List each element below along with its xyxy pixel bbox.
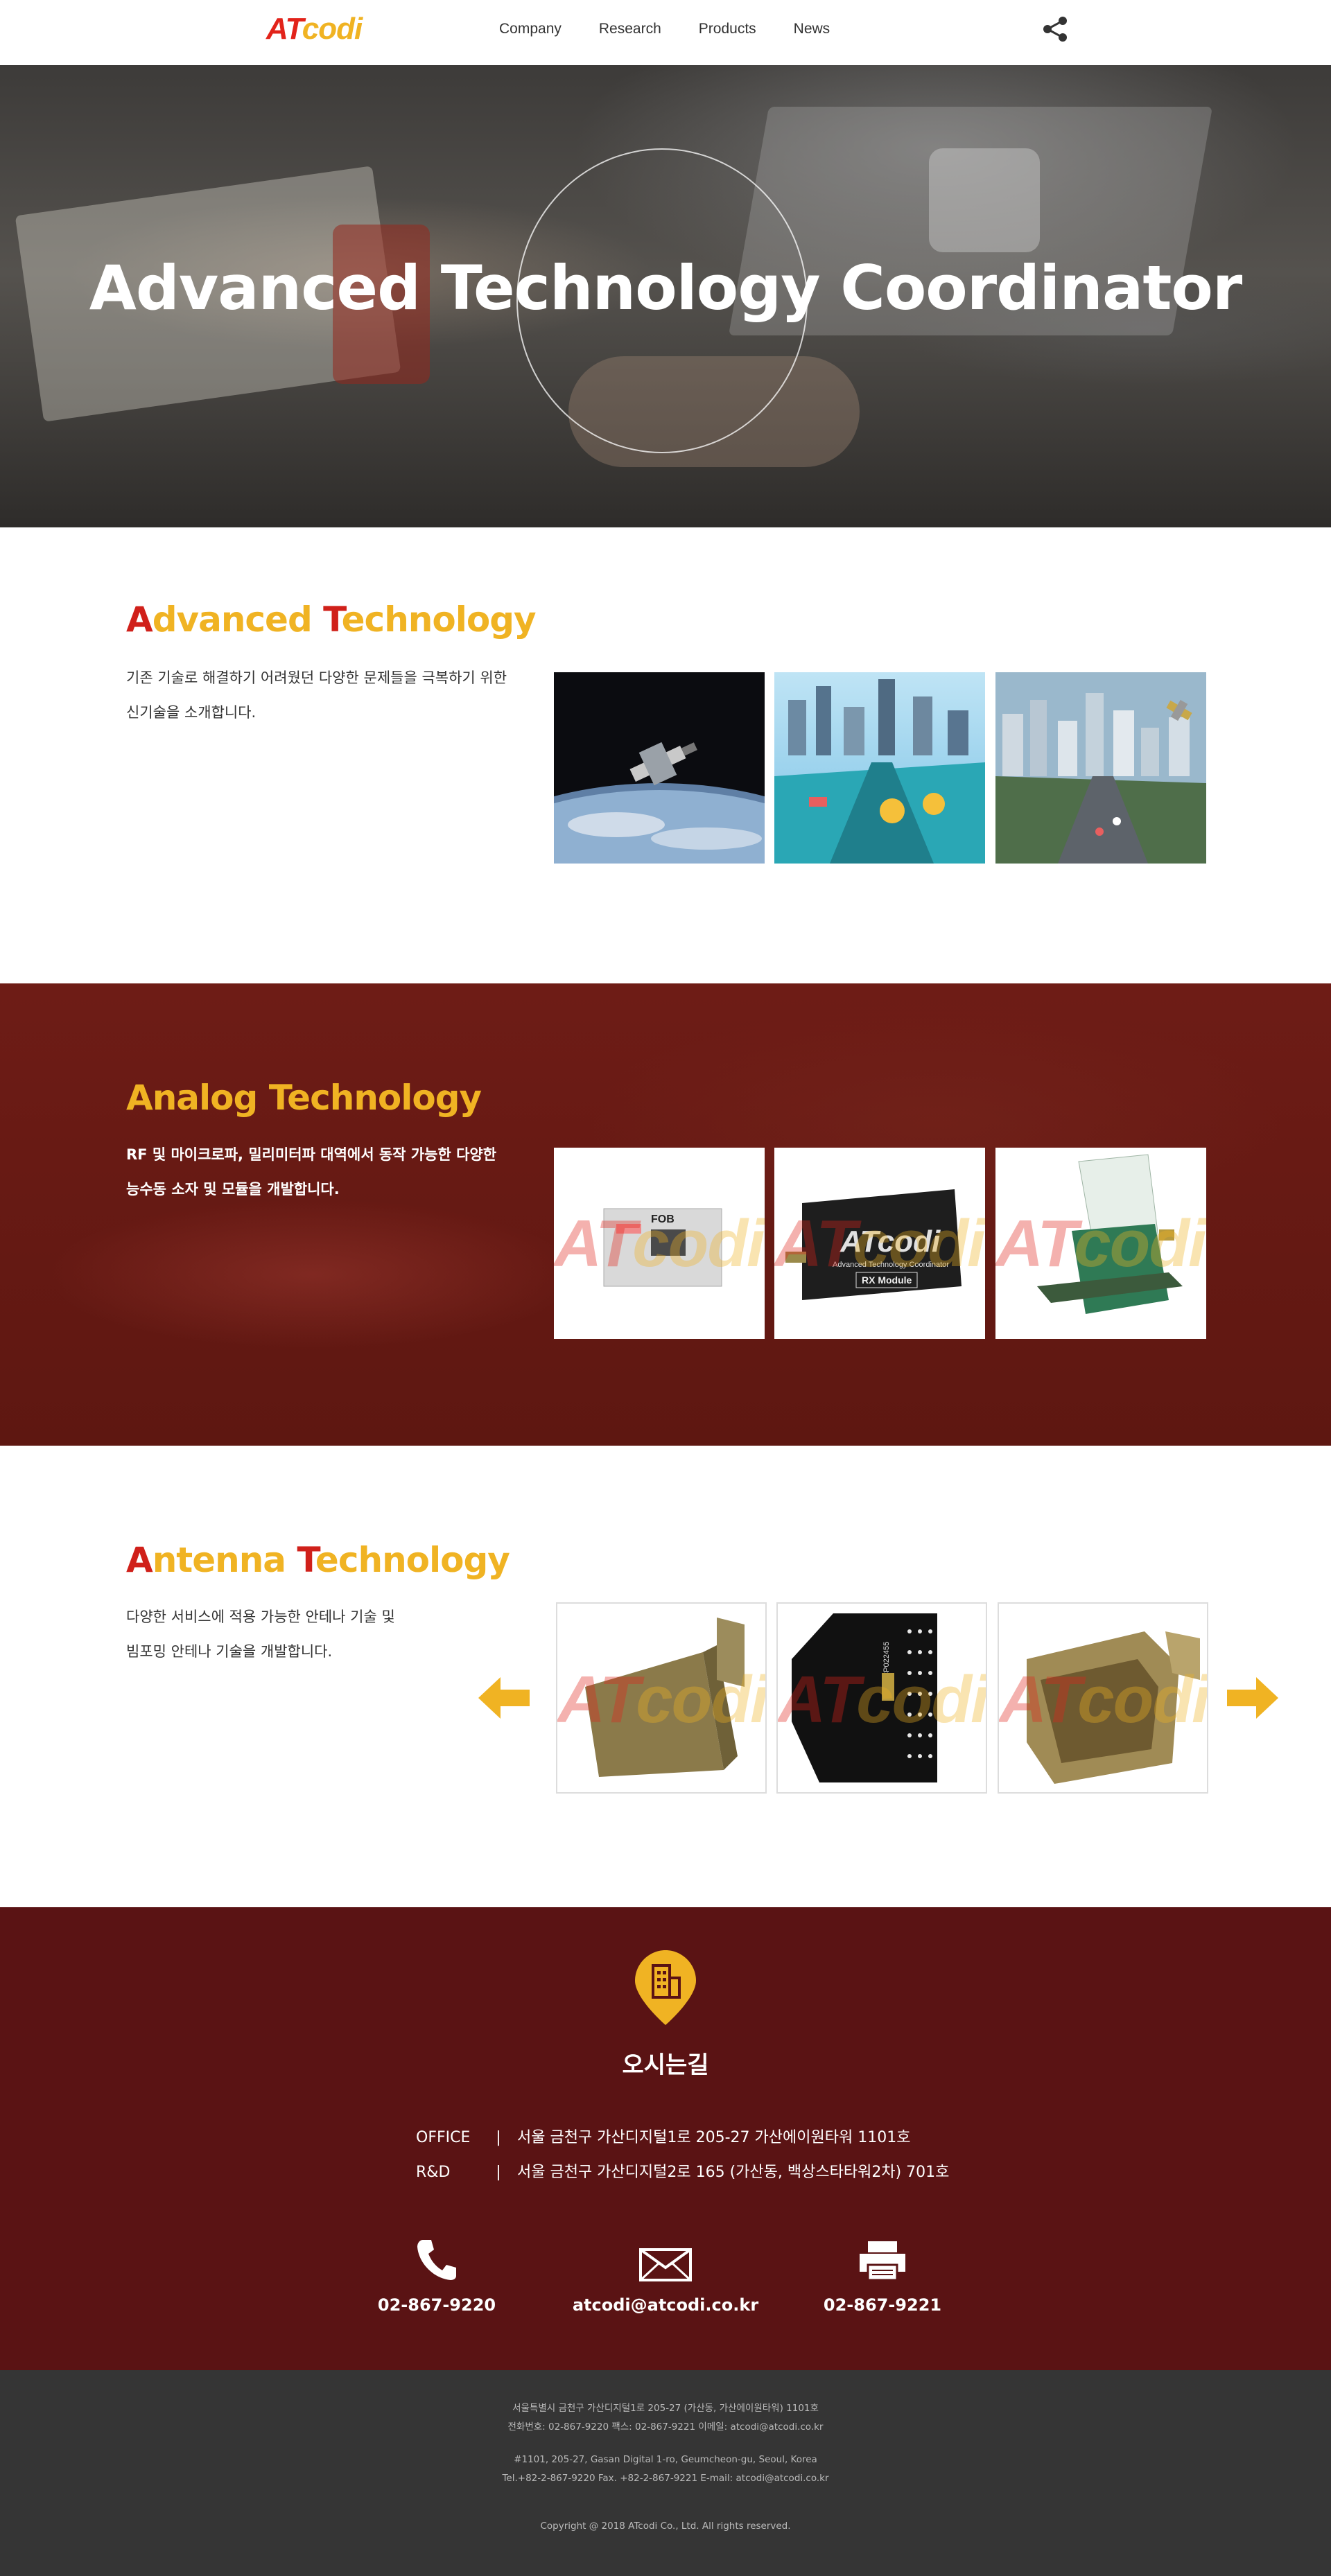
contact-phone[interactable]: 02-867-9220: [340, 2233, 534, 2315]
fax-printer-icon: [860, 2241, 905, 2281]
logo-prefix: AT: [266, 12, 303, 46]
contact-title: 오시는길: [622, 2051, 709, 2079]
contact-email[interactable]: atcodi@atcodi.co.kr: [568, 2233, 763, 2315]
contact-fax[interactable]: 02-867-9221: [785, 2233, 980, 2315]
pcb-module-image[interactable]: ATcodi: [995, 1148, 1206, 1339]
site-footer: 서울특별시 금천구 가산디지털1로 205-27 (가산동, 가산에이원타워) …: [0, 2370, 1331, 2576]
office-address: 서울 금천구 가산디지털1로 205-27 가산에이원타워 1101호: [517, 2129, 911, 2146]
horn-antenna-image[interactable]: ATcodi: [556, 1602, 767, 1794]
footer-line: 전화번호: 02-867-9220 팩스: 02-867-9221 이메일: a…: [507, 2421, 824, 2433]
analog-technology-title: Analog Technology: [126, 1078, 482, 1118]
hero-banner: Advanced Technology Coordinator: [0, 65, 1331, 527]
desc-line: 다양한 서비스에 적용 가능한 안테나 기술 및: [126, 1609, 395, 1625]
phone-number: 02-867-9220: [377, 2295, 496, 2315]
antenna-technology-section: Antenna Technology 다양한 서비스에 적용 가능한 안테나 기…: [0, 1446, 1331, 1907]
contact-methods: 02-867-9220 atcodi@atcodi.co.kr 02-867-9…: [0, 2233, 1331, 2316]
nav-products[interactable]: Products: [699, 19, 756, 39]
rx-logo-text: ATcodi: [840, 1225, 941, 1259]
title-text: echnology: [315, 1540, 510, 1580]
title-text: echnology: [341, 599, 537, 640]
analog-technology-description: RF 및 마이크로파, 밀리미터파 대역에서 동작 가능한 다양한 능수동 소자…: [126, 1137, 514, 1207]
desc-line: RF 및 마이크로파, 밀리미터파 대역에서 동작 가능한 다양한: [126, 1146, 497, 1163]
separator: |: [496, 2164, 501, 2181]
waveguide-antenna-image[interactable]: ATcodi: [998, 1602, 1208, 1794]
desc-line: 신기술을 소개합니다.: [126, 704, 256, 721]
advanced-technology-title: Advanced Technology: [126, 599, 537, 640]
location-pin-icon: [635, 1950, 696, 2025]
rx-module-image[interactable]: ATcodi Advanced Technology Coordinator R…: [774, 1148, 985, 1339]
nav-research[interactable]: Research: [599, 19, 661, 39]
advanced-technology-description: 기존 기술로 해결하기 어려웠던 다양한 문제들을 극복하기 위한 신기술을 소…: [126, 660, 514, 730]
footer-line: 서울특별시 금천구 가산디지털1로 205-27 (가산동, 가산에이원타워) …: [512, 2403, 819, 2414]
analog-technology-section: Analog Technology RF 및 마이크로파, 밀리미터파 대역에서…: [0, 983, 1331, 1446]
email-address: atcodi@atcodi.co.kr: [572, 2295, 759, 2315]
site-header: ATcodi Company Research Products News: [0, 0, 1331, 65]
rd-label: R&D: [416, 2164, 451, 2181]
footer-english-address: #1101, 205-27, Gasan Digital 1-ro, Geumc…: [0, 2451, 1331, 2488]
footer-line: Tel.+82-2-867-9220 Fax. +82-2-867-9221 E…: [502, 2473, 829, 2484]
title-initial: A: [126, 599, 153, 640]
copyright-text: Copyright @ 2018 ATcodi Co., Ltd. All ri…: [540, 2521, 791, 2532]
office-address-row: OFFICE | 서울 금천구 가산디지털1로 205-27 가산에이원타워 1…: [416, 2128, 1040, 2148]
antenna-technology-description: 다양한 서비스에 적용 가능한 안테나 기술 및 빔포밍 안테나 기술을 개발합…: [126, 1600, 514, 1669]
footer-korean-address: 서울특별시 금천구 가산디지털1로 205-27 (가산동, 가산에이원타워) …: [0, 2399, 1331, 2437]
rd-address: 서울 금천구 가산디지털2로 165 (가산동, 백상스타타워2차) 701호: [517, 2164, 950, 2181]
desc-line: 빔포밍 안테나 기술을 개발합니다.: [126, 1643, 333, 1660]
rx-tagline: Advanced Technology Coordinator: [833, 1261, 949, 1269]
contact-section: 오시는길 OFFICE | 서울 금천구 가산디지털1로 205-27 가산에이…: [0, 1907, 1331, 2370]
fax-number: 02-867-9221: [823, 2295, 942, 2315]
site-logo[interactable]: ATcodi: [266, 10, 363, 49]
phone-icon: [417, 2240, 456, 2280]
title-initial: T: [297, 1540, 315, 1580]
advanced-technology-section: Advanced Technology 기존 기술로 해결하기 어려웠던 다양한…: [0, 527, 1331, 983]
connected-city-image[interactable]: [995, 672, 1206, 864]
desc-line: 기존 기술로 해결하기 어려웠던 다양한 문제들을 극복하기 위한: [126, 669, 507, 686]
nav-news[interactable]: News: [794, 19, 830, 39]
title-text: dvanced: [152, 599, 324, 640]
title-text: ntenna: [152, 1540, 297, 1580]
office-label: OFFICE: [416, 2129, 471, 2146]
title-initial: T: [323, 599, 342, 640]
satellite-image[interactable]: [554, 672, 765, 864]
hero-cup-shape: [929, 148, 1040, 252]
logo-suffix: codi: [302, 12, 363, 46]
rx-module-label: RX Module: [862, 1274, 912, 1286]
title-initial: A: [126, 1540, 153, 1580]
fob-label: FOB: [651, 1213, 675, 1225]
separator: |: [496, 2129, 501, 2146]
rd-address-row: R&D | 서울 금천구 가산디지털2로 165 (가산동, 백상스타타워2차)…: [416, 2162, 1040, 2183]
array-antenna-board-image[interactable]: ATCP022455 ATcodi: [776, 1602, 987, 1794]
hero-title: Advanced Technology Coordinator: [89, 252, 1243, 324]
desc-line: 능수동 소자 및 모듈을 개발합니다.: [126, 1181, 340, 1198]
fob-module-image[interactable]: FOB ATcodi: [554, 1148, 765, 1339]
carousel-next-arrow-icon[interactable]: [1227, 1677, 1278, 1719]
antenna-technology-title: Antenna Technology: [126, 1540, 510, 1580]
carousel-prev-arrow-icon[interactable]: [478, 1677, 530, 1719]
footer-line: #1101, 205-27, Gasan Digital 1-ro, Geumc…: [514, 2454, 817, 2465]
smart-road-image[interactable]: [774, 672, 985, 864]
mail-icon: [639, 2248, 692, 2281]
nav-company[interactable]: Company: [499, 19, 562, 39]
main-nav: Company Research Products News: [499, 19, 830, 39]
share-icon[interactable]: [1040, 15, 1070, 43]
